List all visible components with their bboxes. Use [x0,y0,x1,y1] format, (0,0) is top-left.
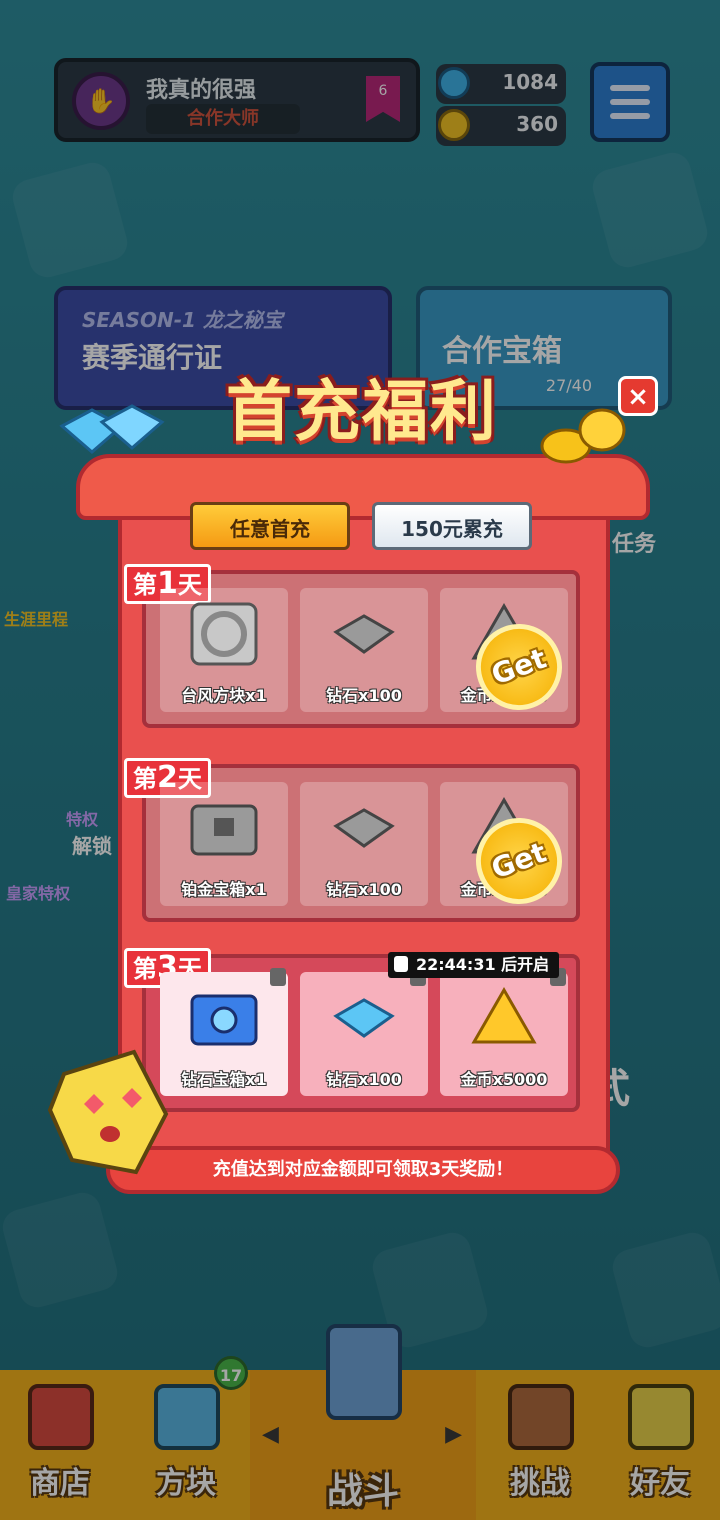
mascot-character [47,1049,169,1175]
reward-item[interactable]: 金币x5000 [440,968,568,1096]
diamond-icon [333,998,395,1038]
day-label-prefix: 第 [133,571,157,599]
diamond-chest-icon [190,994,258,1046]
reward-name: 钻石x100 [326,1070,402,1089]
reward-item: 铂金宝箱x1 [160,782,288,906]
diamond-pile-icon [59,404,165,454]
lock-icon [394,956,408,972]
reward-name: 钻石x100 [326,686,402,705]
day-label-prefix: 第 [133,765,157,793]
tab-150-cumulative[interactable]: 150元累充 [372,502,532,550]
reward-name: 台风方块x1 [181,686,267,705]
platinum-chest-icon [190,804,258,856]
unlock-timer-text: 22:44:31 后开启 [416,955,550,974]
lock-icon [270,968,286,986]
reward-name: 钻石x100 [326,880,402,899]
day-row: 第1天 台风方块x1 钻石x100 金币x5000 Get [124,564,580,728]
reward-item[interactable]: 钻石x100 [300,968,428,1096]
diamond-icon [333,808,395,848]
close-button[interactable]: × [618,376,658,416]
reward-item: 台风方块x1 [160,588,288,712]
day-row: 第2天 铂金宝箱x1 钻石x100 金币x5000 Get [124,758,580,922]
day-label-prefix: 第 [133,955,157,983]
diamond-icon [333,614,395,654]
reward-name: 金币x5000 [460,1070,548,1089]
reward-name: 铂金宝箱x1 [181,880,267,899]
vortex-block-icon [190,602,258,666]
unlock-timer: 22:44:31 后开启 [388,952,560,978]
tab-any-first-recharge[interactable]: 任意首充 [190,502,350,550]
coin-pile-icon [471,986,537,1044]
reward-item: 钻石x100 [300,588,428,712]
popup-title: 首充福利 [226,373,498,450]
reward-item: 钻石x100 [300,782,428,906]
